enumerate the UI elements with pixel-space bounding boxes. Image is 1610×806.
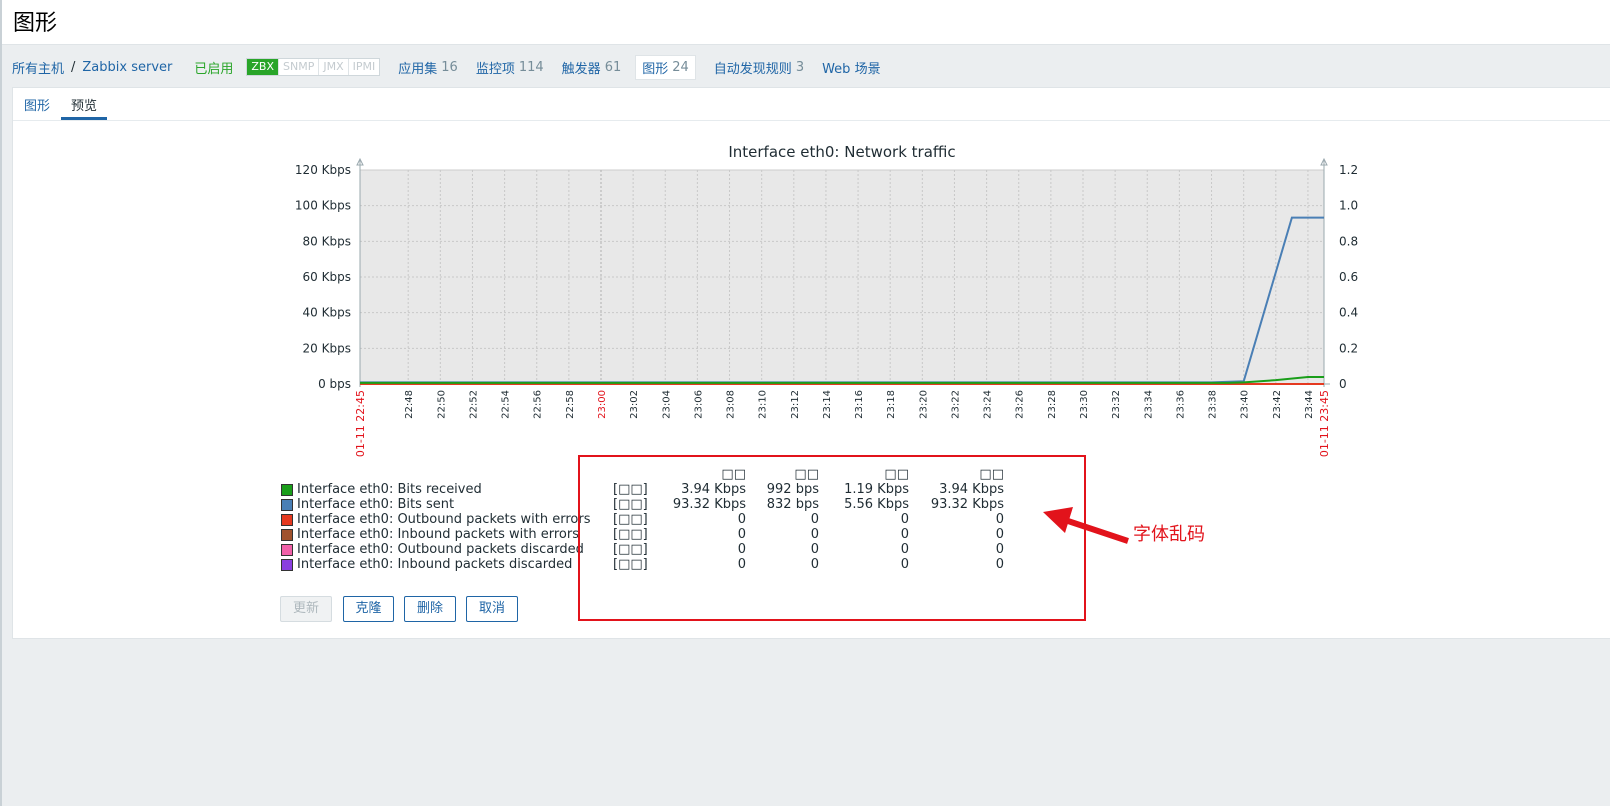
x-tick-label: 23:30 bbox=[1079, 390, 1090, 419]
clone-button[interactable]: 克隆 bbox=[343, 596, 394, 622]
nav-discovery-rules[interactable]: 自动发现规则 3 bbox=[714, 58, 804, 77]
x-tick-label: 23:00 bbox=[597, 390, 608, 419]
x-tick-label: 23:26 bbox=[1015, 390, 1026, 419]
legend-item-name: Interface eth0: Outbound packets discard… bbox=[297, 542, 584, 557]
legend-item-name: Interface eth0: Bits sent bbox=[297, 497, 455, 512]
x-tick-label: 22:52 bbox=[468, 390, 479, 419]
x-tick-label: 23:24 bbox=[983, 390, 994, 419]
legend-item-name: Interface eth0: Inbound packets discarde… bbox=[297, 557, 573, 572]
y-right-tick-label: 0.6 bbox=[1339, 270, 1358, 284]
nav-items-label[interactable]: 监控项 bbox=[476, 58, 515, 77]
x-tick-label: 23:38 bbox=[1208, 390, 1219, 419]
breadcrumb-host[interactable]: Zabbix server bbox=[82, 60, 172, 75]
annotation-arrow-icon bbox=[1043, 507, 1129, 544]
x-tick-label: 23:04 bbox=[661, 390, 672, 419]
y-left-tick-label: 0 bps bbox=[318, 377, 351, 391]
nav-graphs-label[interactable]: 图形 bbox=[642, 58, 668, 77]
badge-jmx: JMX bbox=[319, 59, 349, 75]
y-right-tick-label: 0.2 bbox=[1339, 341, 1358, 355]
x-range-label: 01-11 23:45 bbox=[1318, 390, 1331, 457]
x-tick-label: 23:36 bbox=[1175, 390, 1186, 419]
update-button[interactable]: 更新 bbox=[280, 596, 332, 622]
x-tick-label: 22:54 bbox=[501, 390, 512, 419]
annotation-highlight-box bbox=[578, 455, 1086, 621]
breadcrumb-separator: / bbox=[71, 59, 76, 75]
y-left-tick-label: 20 Kbps bbox=[303, 341, 351, 355]
x-tick-label: 23:16 bbox=[854, 390, 865, 419]
nav-applications-label[interactable]: 应用集 bbox=[398, 58, 437, 77]
nav-discovery-rules-count: 3 bbox=[795, 59, 805, 75]
x-tick-label: 23:18 bbox=[886, 390, 897, 419]
x-tick-label: 23:12 bbox=[790, 390, 801, 419]
nav-applications[interactable]: 应用集 16 bbox=[398, 58, 458, 77]
y-right-tick-label: 1.2 bbox=[1339, 163, 1358, 177]
breadcrumb-all-hosts[interactable]: 所有主机 bbox=[12, 58, 64, 77]
y-right-tick-label: 0.4 bbox=[1339, 306, 1358, 320]
x-tick-label: 23:44 bbox=[1304, 390, 1315, 419]
x-tick-label: 22:48 bbox=[404, 390, 415, 419]
nav-graphs[interactable]: 图形 24 bbox=[635, 54, 696, 80]
legend-color-swatch bbox=[281, 544, 293, 556]
legend-color-swatch bbox=[281, 484, 293, 496]
availability-badges: ZBX SNMP JMX IPMI bbox=[246, 58, 381, 76]
annotation-label: 字体乱码 bbox=[1133, 524, 1205, 545]
y-left-tick-label: 40 Kbps bbox=[303, 306, 351, 320]
x-tick-label: 23:40 bbox=[1240, 390, 1251, 419]
legend-color-swatch bbox=[281, 514, 293, 526]
x-tick-label: 23:22 bbox=[950, 390, 961, 419]
x-range-label: 01-11 22:45 bbox=[354, 390, 367, 457]
legend-color-swatch bbox=[281, 559, 293, 571]
x-tick-label: 23:34 bbox=[1143, 390, 1154, 419]
x-tick-label: 23:32 bbox=[1111, 390, 1122, 419]
x-tick-label: 22:58 bbox=[565, 390, 576, 419]
y-left-tick-label: 120 Kbps bbox=[295, 163, 351, 177]
legend-color-swatch bbox=[281, 499, 293, 511]
nav-applications-count: 16 bbox=[441, 59, 458, 75]
legend-item-name: Interface eth0: Inbound packets with err… bbox=[297, 527, 579, 542]
nav-triggers-label[interactable]: 触发器 bbox=[562, 58, 601, 77]
y-left-tick-label: 100 Kbps bbox=[295, 199, 351, 213]
nav-web-scenarios-label[interactable]: Web 场景 bbox=[822, 58, 880, 77]
cancel-button[interactable]: 取消 bbox=[466, 596, 518, 622]
legend-color-swatch bbox=[281, 529, 293, 541]
legend-item-name: Interface eth0: Bits received bbox=[297, 482, 482, 497]
badge-ipmi: IPMI bbox=[348, 59, 380, 75]
badge-zbx: ZBX bbox=[247, 59, 280, 75]
nav-items-count: 114 bbox=[518, 59, 544, 75]
host-navigation: 所有主机 / Zabbix server 已启用 ZBX SNMP JMX IP… bbox=[12, 53, 1610, 81]
x-tick-label: 23:28 bbox=[1047, 390, 1058, 419]
nav-graphs-count: 24 bbox=[672, 59, 689, 75]
x-tick-label: 22:56 bbox=[533, 390, 544, 419]
page-title: 图形 bbox=[13, 11, 58, 36]
nav-web-scenarios[interactable]: Web 场景 bbox=[822, 58, 880, 77]
y-left-tick-label: 60 Kbps bbox=[303, 270, 351, 284]
y-right-tick-label: 1.0 bbox=[1339, 199, 1358, 213]
x-tick-label: 23:42 bbox=[1272, 390, 1283, 419]
nav-triggers-count: 61 bbox=[604, 59, 622, 75]
nav-items[interactable]: 监控项 114 bbox=[476, 58, 544, 77]
x-tick-label: 22:50 bbox=[436, 390, 447, 419]
y-right-tick-label: 0.8 bbox=[1339, 234, 1358, 248]
x-tick-label: 23:10 bbox=[758, 390, 769, 419]
host-status-enabled[interactable]: 已启用 bbox=[194, 58, 233, 77]
legend-item-name: Interface eth0: Outbound packets with er… bbox=[297, 512, 591, 527]
x-tick-label: 23:14 bbox=[822, 390, 833, 419]
nav-triggers[interactable]: 触发器 61 bbox=[562, 58, 622, 77]
nav-discovery-rules-label[interactable]: 自动发现规则 bbox=[714, 58, 792, 77]
delete-button[interactable]: 删除 bbox=[404, 596, 456, 622]
y-right-tick-label: 0 bbox=[1339, 377, 1347, 391]
y-left-tick-label: 80 Kbps bbox=[303, 234, 351, 248]
chart-title: Interface eth0: Network traffic bbox=[728, 143, 955, 161]
x-tick-label: 23:20 bbox=[918, 390, 929, 419]
x-tick-label: 23:02 bbox=[629, 390, 640, 419]
left-edge bbox=[0, 0, 2, 806]
x-tick-label: 23:08 bbox=[726, 390, 737, 419]
page-header: 图形 bbox=[2, 0, 1610, 45]
x-tick-label: 23:06 bbox=[693, 390, 704, 419]
badge-snmp: SNMP bbox=[279, 59, 320, 75]
